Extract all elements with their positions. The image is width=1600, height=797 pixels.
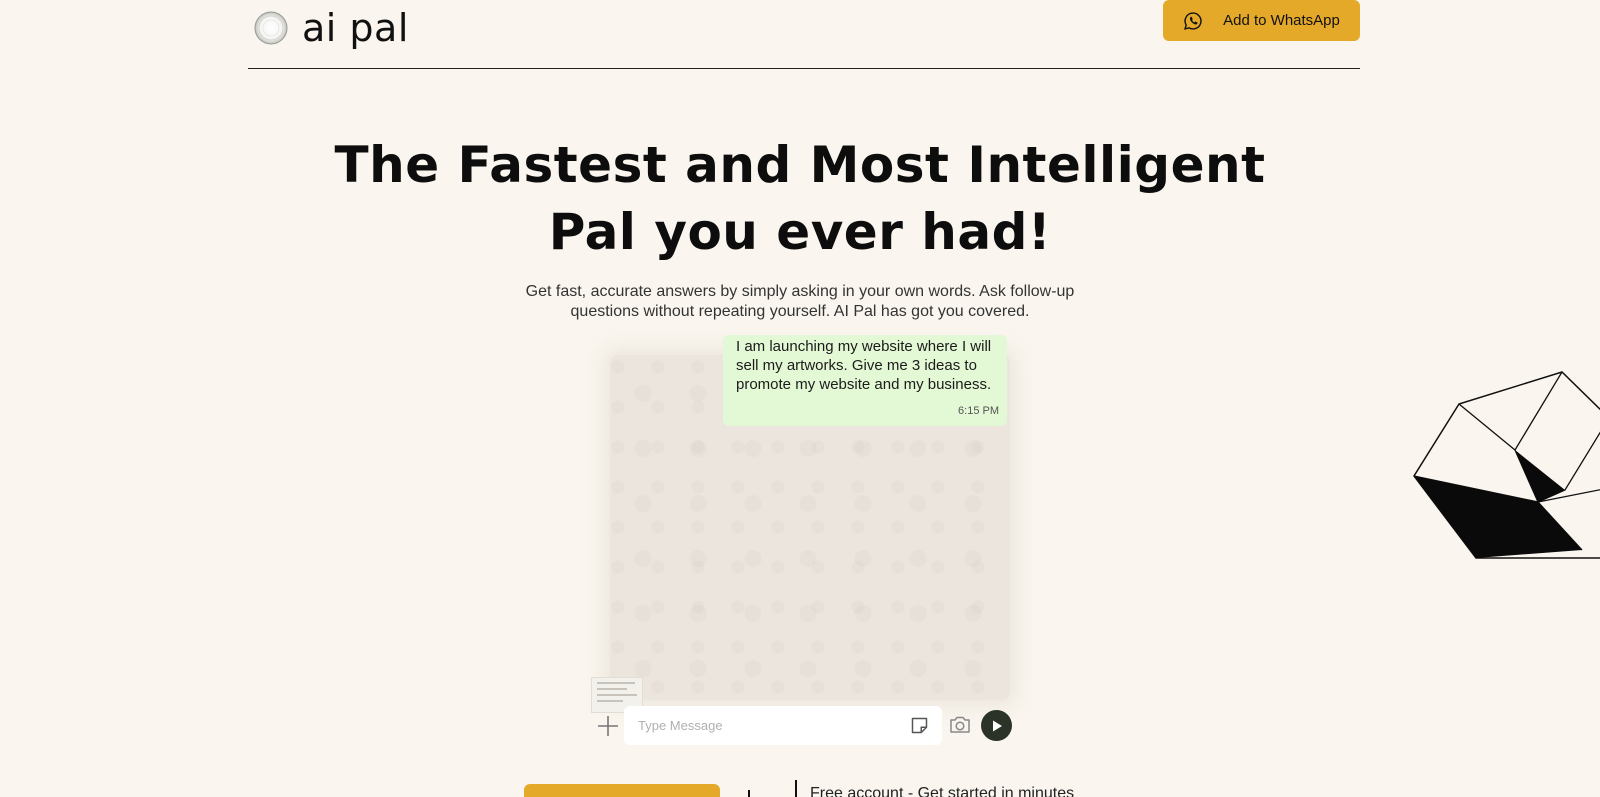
hero-subtitle: Get fast, accurate answers by simply ask… (525, 283, 1075, 320)
small-divider-mark (748, 790, 750, 797)
logo[interactable]: ai pal (254, 6, 409, 50)
message-box (624, 706, 942, 745)
sticker-icon[interactable] (909, 715, 930, 736)
chat-message-bubble: I am launching my website where I will s… (723, 335, 1007, 426)
hero-title-line-2: Pal you ever had! (548, 203, 1052, 261)
add-to-whatsapp-button[interactable]: Add to WhatsApp (1163, 0, 1360, 41)
logo-text: ai pal (302, 6, 409, 50)
plus-icon (598, 716, 618, 736)
chat-message-text: I am launching my website where I will s… (736, 338, 992, 393)
chat-message-time: 6:15 PM (958, 405, 999, 417)
hero-title-line-1: The Fastest and Most Intelligent (334, 136, 1266, 194)
add-to-whatsapp-label: Add to WhatsApp (1223, 12, 1340, 29)
message-input[interactable] (638, 706, 898, 745)
polyhedron-decoration (1413, 371, 1600, 559)
hero-title: The Fastest and Most Intelligent Pal you… (0, 132, 1600, 266)
send-icon (992, 720, 1002, 731)
get-started-button[interactable] (524, 784, 720, 797)
camera-icon[interactable] (948, 713, 972, 737)
send-button[interactable] (981, 710, 1012, 741)
logo-icon (254, 11, 288, 45)
vertical-divider (795, 780, 797, 797)
attach-button[interactable] (596, 714, 620, 738)
whatsapp-icon (1184, 11, 1202, 30)
free-account-text: Free account - Get started in minutes (810, 785, 1075, 797)
site-header: ai pal Add to WhatsApp (248, 0, 1360, 69)
